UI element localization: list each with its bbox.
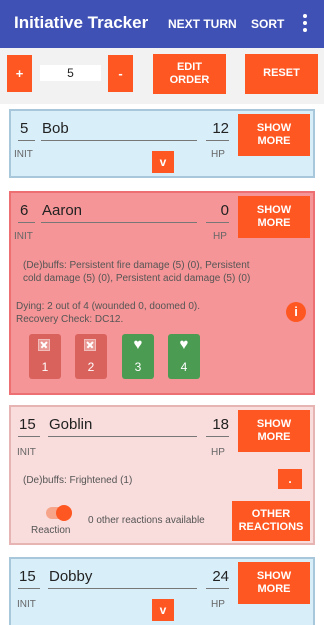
combatant-card-dobby: 15 Dobby 24 INIT HP SHOW MORE v: [9, 557, 315, 625]
recovery-check-text: Recovery Check: DC12.: [16, 314, 124, 325]
init-value[interactable]: 5: [20, 120, 28, 137]
death-save-3[interactable]: ♥ 3: [122, 334, 154, 379]
expand-button[interactable]: v: [152, 599, 174, 621]
show-more-label-line1: SHOW: [256, 569, 292, 582]
combatant-name[interactable]: Dobby: [49, 568, 92, 585]
reset-button[interactable]: RESET: [245, 54, 318, 94]
init-value[interactable]: 6: [20, 202, 28, 219]
show-more-label-line1: SHOW: [256, 203, 292, 216]
increment-button[interactable]: +: [7, 55, 32, 92]
death-save-1[interactable]: 1: [29, 334, 61, 379]
more-vert-icon[interactable]: [300, 14, 310, 34]
init-label: INIT: [17, 447, 36, 458]
hp-value[interactable]: 0: [206, 202, 229, 219]
debuffs-text: (De)buffs: Frightened (1): [23, 475, 133, 486]
dying-status-line1: Dying: 2 out of 4 (wounded 0, doomed 0).: [16, 301, 201, 312]
small-action-button[interactable]: .: [278, 469, 302, 489]
combatant-card-goblin: 15 Goblin 18 INIT HP SHOW MORE (De)buffs:…: [9, 405, 315, 545]
show-more-button[interactable]: SHOW MORE: [238, 196, 310, 238]
hp-label: HP: [213, 231, 227, 242]
combatant-name[interactable]: Goblin: [49, 416, 92, 433]
close-box-icon: [38, 339, 50, 351]
show-more-label-line1: SHOW: [256, 121, 292, 134]
show-more-label-line2: MORE: [257, 135, 291, 147]
show-more-button[interactable]: SHOW MORE: [238, 114, 310, 156]
app-bar: Initiative Tracker NEXT TURN SORT: [0, 0, 324, 48]
combatant-name[interactable]: Bob: [42, 120, 69, 137]
other-reactions-button[interactable]: OTHER REACTIONS: [232, 501, 310, 541]
init-value[interactable]: 15: [19, 416, 36, 433]
debuffs-text-line2: cold damage (5) (0), Persistent acid dam…: [23, 273, 251, 284]
hp-label: HP: [211, 599, 225, 610]
show-more-label-line2: MORE: [257, 431, 291, 443]
show-more-button[interactable]: SHOW MORE: [238, 410, 310, 452]
debuffs-text-line1: (De)buffs: Persistent fire damage (5) (0…: [23, 260, 250, 271]
edit-order-button[interactable]: EDIT ORDER: [153, 54, 226, 94]
heart-icon: ♥: [133, 336, 143, 353]
other-reactions-label-line1: OTHER: [251, 507, 291, 520]
hp-value[interactable]: 18: [206, 416, 229, 433]
reaction-label: Reaction: [31, 525, 71, 536]
hp-label: HP: [211, 149, 225, 160]
hp-value[interactable]: 24: [206, 568, 229, 585]
init-value[interactable]: 15: [19, 568, 36, 585]
edit-order-label-line2: ORDER: [169, 74, 210, 86]
death-save-number: 2: [87, 360, 95, 374]
hp-value[interactable]: 12: [206, 120, 229, 137]
init-label: INIT: [17, 599, 36, 610]
app-title: Initiative Tracker: [14, 13, 149, 32]
combatant-card-bob: 5 Bob 12 INIT HP SHOW MORE v: [9, 109, 315, 178]
init-label: INIT: [14, 149, 33, 160]
show-more-label-line2: MORE: [257, 583, 291, 595]
expand-button[interactable]: v: [152, 151, 174, 173]
decrement-button[interactable]: -: [108, 55, 133, 92]
sort-button[interactable]: SORT: [251, 17, 284, 31]
death-save-number: 3: [134, 360, 142, 374]
death-save-number: 1: [41, 360, 49, 374]
init-label: INIT: [14, 231, 33, 242]
show-more-button[interactable]: SHOW MORE: [238, 562, 310, 604]
heart-icon: ♥: [179, 336, 189, 353]
hp-label: HP: [211, 447, 225, 458]
edit-order-label-line1: EDIT: [176, 60, 203, 73]
death-save-4[interactable]: ♥ 4: [168, 334, 200, 379]
death-save-number: 4: [180, 360, 188, 374]
show-more-label-line2: MORE: [257, 217, 291, 229]
combatant-name[interactable]: Aaron: [42, 202, 82, 219]
close-box-icon: [84, 339, 96, 351]
next-turn-button[interactable]: NEXT TURN: [168, 17, 237, 31]
show-more-label-line1: SHOW: [256, 417, 292, 430]
other-reactions-label-line2: REACTIONS: [238, 521, 304, 533]
counter-input[interactable]: [40, 65, 101, 81]
reactions-available-text: 0 other reactions available: [88, 515, 205, 526]
reaction-toggle-knob[interactable]: [56, 505, 72, 521]
death-save-2[interactable]: 2: [75, 334, 107, 379]
combatant-card-aaron: 6 Aaron 0 INIT HP SHOW MORE (De)buffs: Pe…: [9, 191, 315, 395]
info-icon[interactable]: i: [286, 302, 306, 322]
